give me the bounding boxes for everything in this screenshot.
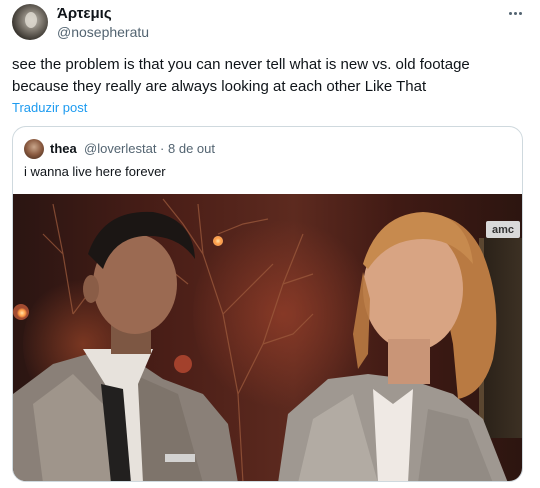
tweet: Άρτεμις @nosepheratu see the problem is … [0,0,540,488]
left-man-figure [13,211,238,481]
quoted-author-display-name: thea [50,141,77,156]
quoted-author-handle-date: @loverlestat · 8 de out [84,141,215,156]
quoted-tweet-text: i wanna live here forever [24,164,166,179]
author-avatar[interactable] [12,4,48,40]
more-options-icon[interactable] [502,2,528,24]
quoted-author-avatar [24,139,44,159]
right-man-figure [278,212,508,481]
translate-post-link[interactable]: Traduzir post [12,100,87,115]
quoted-media-image[interactable]: amc [13,194,522,481]
author-display-name[interactable]: Άρτεμις [57,5,112,22]
tweet-text: see the problem is that you can never te… [12,56,470,95]
author-handle[interactable]: @nosepheratu [57,24,149,40]
amc-watermark: amc [486,221,520,238]
quoted-tweet[interactable]: thea @loverlestat · 8 de out i wanna liv… [12,126,523,482]
